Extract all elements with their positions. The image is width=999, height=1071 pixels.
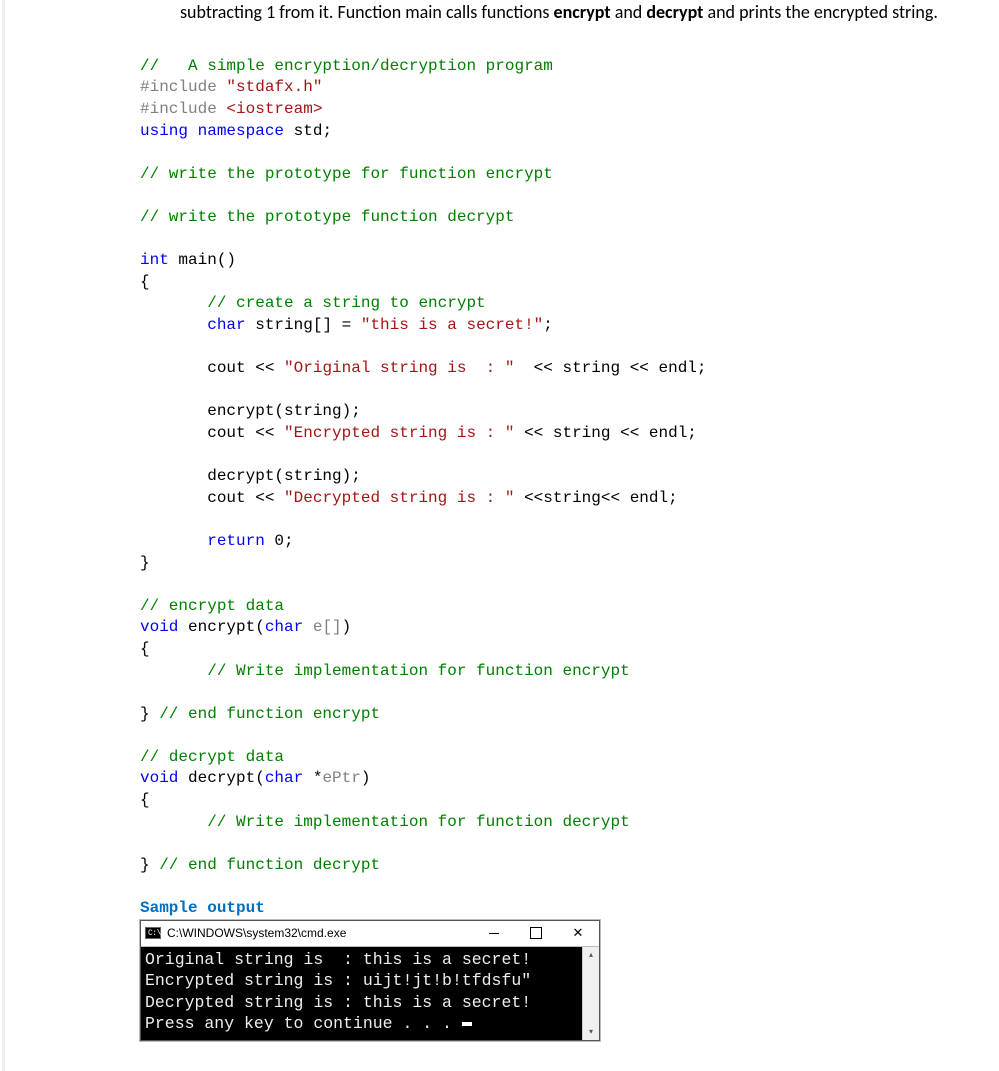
- code-call: decrypt(string);: [140, 467, 361, 485]
- code-brace: {: [140, 273, 150, 291]
- code-cout-end: <<string<< endl;: [514, 489, 677, 507]
- code-comment: // Write implementation for function dec…: [140, 813, 630, 831]
- intro-paragraph: subtracting 1 from it. Function main cal…: [5, 0, 999, 34]
- code-keyword: using: [140, 122, 188, 140]
- code-include-file: "stdafx.h": [226, 78, 322, 96]
- code-cout: cout <<: [140, 359, 284, 377]
- code-comment: // write the prototype function decrypt: [140, 208, 514, 226]
- code-keyword: char: [265, 618, 303, 636]
- intro-bold-decrypt: decrypt: [646, 1, 703, 23]
- code-cout: cout <<: [140, 489, 284, 507]
- console-line: Encrypted string is : uijt!jt!b!tfdsfu": [145, 971, 531, 990]
- code-fn: encrypt(: [178, 618, 264, 636]
- code-var: string[] =: [246, 316, 361, 334]
- maximize-button[interactable]: [515, 920, 557, 946]
- code-cout: cout <<: [140, 424, 284, 442]
- code-keyword: char: [265, 769, 303, 787]
- console-line: Original string is : this is a secret!: [145, 950, 531, 969]
- console-scrollbar[interactable]: ▴ ▾: [582, 947, 599, 1041]
- code-comment: // Write implementation for function enc…: [140, 662, 630, 680]
- console-line: Decrypted string is : this is a secret!: [145, 993, 531, 1012]
- scroll-down-button[interactable]: ▾: [583, 1023, 599, 1040]
- code-comment: // encrypt data: [140, 597, 284, 615]
- code-ident: std: [284, 122, 322, 140]
- code-keyword: void: [140, 769, 178, 787]
- code-brace: }: [140, 554, 150, 572]
- code-param: e[]: [303, 618, 341, 636]
- cmd-icon: C:\: [145, 927, 161, 939]
- code-brace: }: [140, 705, 159, 723]
- code-comment: // end function encrypt: [159, 705, 380, 723]
- code-op: *: [303, 769, 322, 787]
- code-keyword: void: [140, 618, 178, 636]
- intro-text-3: and prints the encrypted string.: [703, 1, 937, 23]
- code-string: "this is a secret!": [361, 316, 543, 334]
- code-cout-end: << string << endl;: [514, 424, 696, 442]
- code-comment: // end function decrypt: [159, 856, 380, 874]
- sample-output-header: Sample output: [140, 899, 265, 917]
- code-op: ): [361, 769, 371, 787]
- code-include: #include: [140, 78, 226, 96]
- console-window: C:\ C:\WINDOWS\system32\cmd.exe Original…: [140, 920, 600, 1042]
- console-title-text: C:\WINDOWS\system32\cmd.exe: [167, 926, 346, 940]
- scroll-track[interactable]: [583, 964, 599, 1024]
- code-string: "Decrypted string is : ": [284, 489, 514, 507]
- scroll-up-button[interactable]: ▴: [583, 947, 599, 964]
- code-param: ePtr: [322, 769, 360, 787]
- code-fn: decrypt(: [178, 769, 264, 787]
- code-op: ;: [322, 122, 332, 140]
- console-titlebar[interactable]: C:\ C:\WINDOWS\system32\cmd.exe: [141, 921, 599, 947]
- code-brace: {: [140, 791, 150, 809]
- code-fn-main: main(): [169, 251, 236, 269]
- code-string: "Encrypted string is : ": [284, 424, 514, 442]
- code-include-lib: <iostream>: [226, 100, 322, 118]
- code-listing: // A simple encryption/decryption progra…: [5, 34, 999, 919]
- code-keyword: char: [207, 316, 245, 334]
- code-indent: [140, 316, 207, 334]
- code-val: 0;: [265, 532, 294, 550]
- code-keyword: namespace: [188, 122, 284, 140]
- code-comment: // create a string to encrypt: [140, 294, 486, 312]
- document-page: subtracting 1 from it. Function main cal…: [2, 0, 999, 1071]
- code-keyword: int: [140, 251, 169, 269]
- code-comment: // A simple encryption/decryption progra…: [140, 57, 553, 75]
- minimize-button[interactable]: [473, 920, 515, 946]
- code-include: #include: [140, 100, 226, 118]
- intro-text-1: subtracting 1 from it. Function main cal…: [180, 1, 554, 23]
- console-line: Press any key to continue . . .: [145, 1014, 462, 1033]
- console-output: Original string is : this is a secret! E…: [141, 947, 582, 1041]
- intro-text-2: and: [611, 1, 647, 23]
- code-string: "Original string is : ": [284, 359, 514, 377]
- code-op: ): [342, 618, 352, 636]
- code-call: encrypt(string);: [140, 402, 361, 420]
- code-comment: // decrypt data: [140, 748, 284, 766]
- code-comment: // write the prototype for function encr…: [140, 165, 553, 183]
- code-brace: {: [140, 640, 150, 658]
- code-brace: }: [140, 856, 159, 874]
- code-indent: [140, 532, 207, 550]
- console-body-wrap: Original string is : this is a secret! E…: [141, 947, 599, 1041]
- close-button[interactable]: [557, 920, 599, 946]
- intro-bold-encrypt: encrypt: [554, 1, 611, 23]
- code-keyword: return: [207, 532, 265, 550]
- code-cout-end: << string << endl;: [514, 359, 706, 377]
- code-op: ;: [543, 316, 553, 334]
